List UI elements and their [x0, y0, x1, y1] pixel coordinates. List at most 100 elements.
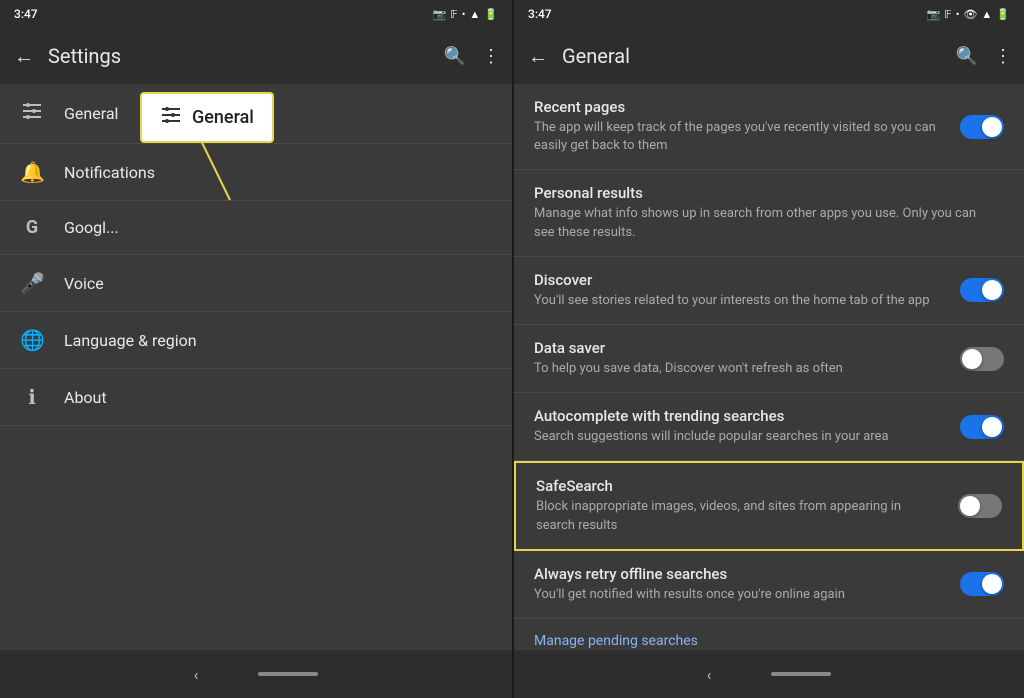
data-saver-toggle[interactable] — [960, 347, 1004, 371]
left-status-time: 3:47 — [14, 7, 38, 21]
general-item-autocomplete[interactable]: Autocomplete with trending searches Sear… — [514, 393, 1024, 461]
notifications-icon: 🔔 — [20, 160, 44, 184]
general-item-personal-results[interactable]: Personal results Manage what info shows … — [514, 170, 1024, 256]
recent-pages-toggle[interactable] — [960, 115, 1004, 139]
recent-pages-toggle-thumb — [982, 117, 1002, 137]
personal-results-desc: Manage what info shows up in search from… — [534, 205, 988, 241]
safesearch-text: SafeSearch Block inappropriate images, v… — [536, 477, 958, 534]
retry-offline-desc: You'll get notified with results once yo… — [534, 586, 944, 604]
settings-item-language[interactable]: 🌐 Language & region — [0, 312, 512, 369]
right-status-bar: 3:47 📷 𝔽 • 👁 ▲ 🔋 — [514, 0, 1024, 28]
autocomplete-toggle[interactable] — [960, 415, 1004, 439]
fb-icon: 𝔽 — [450, 8, 457, 21]
discover-desc: You'll see stories related to your inter… — [534, 292, 944, 310]
personal-results-title: Personal results — [534, 184, 988, 202]
retry-offline-toggle[interactable] — [960, 572, 1004, 596]
left-back-nav[interactable]: ‹ — [194, 665, 199, 684]
photo-icon: 📷 — [433, 8, 447, 21]
retry-offline-toggle-thumb — [982, 574, 1002, 594]
right-home-indicator[interactable] — [771, 672, 831, 676]
annotation-label: General — [192, 107, 254, 128]
right-wifi-icon: ▲ — [981, 8, 992, 21]
settings-item-notifications[interactable]: 🔔 Notifications — [0, 144, 512, 201]
right-battery-icon: 🔋 — [996, 8, 1010, 21]
voice-label: Voice — [64, 274, 104, 293]
safesearch-desc: Block inappropriate images, videos, and … — [536, 498, 942, 534]
data-saver-title: Data saver — [534, 339, 944, 357]
autocomplete-title: Autocomplete with trending searches — [534, 407, 944, 425]
retry-offline-title: Always retry offline searches — [534, 565, 944, 583]
left-home-indicator[interactable] — [258, 672, 318, 676]
google-label: Googl... — [64, 218, 119, 237]
left-more-button[interactable]: ⋮ — [482, 46, 500, 67]
general-settings-list: Recent pages The app will keep track of … — [514, 84, 1024, 650]
general-item-retry-offline[interactable]: Always retry offline searches You'll get… — [514, 551, 1024, 619]
discover-text: Discover You'll see stories related to y… — [534, 271, 960, 310]
right-panel: 3:47 📷 𝔽 • 👁 ▲ 🔋 ← General 🔍 ⋮ Recent pa… — [512, 0, 1024, 698]
right-top-bar-actions: 🔍 ⋮ — [956, 46, 1012, 67]
general-item-discover[interactable]: Discover You'll see stories related to y… — [514, 257, 1024, 325]
retry-offline-text: Always retry offline searches You'll get… — [534, 565, 960, 604]
google-icon: G — [20, 217, 44, 238]
discover-title: Discover — [534, 271, 944, 289]
language-label: Language & region — [64, 331, 197, 350]
general-label: General — [64, 104, 118, 123]
general-item-safesearch[interactable]: SafeSearch Block inappropriate images, v… — [514, 461, 1024, 550]
dot-icon: • — [462, 8, 466, 21]
left-back-button[interactable]: ← — [12, 44, 36, 69]
recent-pages-desc: The app will keep track of the pages you… — [534, 119, 944, 155]
recent-pages-text: Recent pages The app will keep track of … — [534, 98, 960, 155]
right-back-nav[interactable]: ‹ — [707, 665, 712, 684]
voice-icon: 🎤 — [20, 271, 44, 295]
right-dot-icon: • — [956, 8, 960, 21]
settings-item-google[interactable]: G Googl... — [0, 201, 512, 255]
right-top-bar-title: General — [562, 44, 944, 68]
data-saver-toggle-thumb — [962, 349, 982, 369]
left-bottom-nav: ‹ — [0, 650, 512, 698]
left-top-bar: ← Settings 🔍 ⋮ — [0, 28, 512, 84]
left-status-bar: 3:47 📷 𝔽 • ▲ 🔋 — [0, 0, 512, 28]
manage-pending-searches-link[interactable]: Manage pending searches — [514, 619, 1024, 650]
safesearch-toggle[interactable] — [958, 494, 1002, 518]
annotation-box: General — [140, 92, 274, 143]
right-bottom-nav: ‹ — [514, 650, 1024, 698]
safesearch-title: SafeSearch — [536, 477, 942, 495]
left-settings-list: General 🔔 Notifications G Googl... 🎤 Voi… — [0, 84, 512, 650]
wifi-icon: ▲ — [469, 8, 480, 21]
annotation-settings-icon — [160, 104, 182, 131]
about-icon: ℹ — [20, 385, 44, 409]
left-status-icons: 📷 𝔽 • ▲ 🔋 — [433, 8, 498, 21]
autocomplete-text: Autocomplete with trending searches Sear… — [534, 407, 960, 446]
right-photo-icon: 📷 — [927, 8, 941, 21]
language-icon: 🌐 — [20, 328, 44, 352]
autocomplete-toggle-thumb — [982, 417, 1002, 437]
right-eye-icon: 👁 — [963, 8, 977, 21]
data-saver-desc: To help you save data, Discover won't re… — [534, 360, 944, 378]
battery-icon: 🔋 — [484, 8, 498, 21]
discover-toggle-thumb — [982, 280, 1002, 300]
settings-item-voice[interactable]: 🎤 Voice — [0, 255, 512, 312]
general-item-recent-pages[interactable]: Recent pages The app will keep track of … — [514, 84, 1024, 170]
general-item-data-saver[interactable]: Data saver To help you save data, Discov… — [514, 325, 1024, 393]
right-search-button[interactable]: 🔍 — [956, 46, 978, 67]
right-fb-icon: 𝔽 — [944, 8, 951, 21]
right-status-time: 3:47 — [528, 7, 552, 21]
left-top-bar-title: Settings — [48, 44, 432, 68]
recent-pages-title: Recent pages — [534, 98, 944, 116]
autocomplete-desc: Search suggestions will include popular … — [534, 428, 944, 446]
safesearch-toggle-thumb — [960, 496, 980, 516]
left-panel: 3:47 📷 𝔽 • ▲ 🔋 ← Settings 🔍 ⋮ — [0, 0, 512, 698]
left-top-bar-actions: 🔍 ⋮ — [444, 46, 500, 67]
general-settings-icon — [20, 100, 44, 127]
right-top-bar: ← General 🔍 ⋮ — [514, 28, 1024, 84]
right-more-button[interactable]: ⋮ — [994, 46, 1012, 67]
notifications-label: Notifications — [64, 163, 155, 182]
data-saver-text: Data saver To help you save data, Discov… — [534, 339, 960, 378]
discover-toggle[interactable] — [960, 278, 1004, 302]
left-search-button[interactable]: 🔍 — [444, 46, 466, 67]
personal-results-text: Personal results Manage what info shows … — [534, 184, 1004, 241]
right-status-icons: 📷 𝔽 • 👁 ▲ 🔋 — [927, 8, 1010, 21]
settings-item-about[interactable]: ℹ About — [0, 369, 512, 426]
right-back-button[interactable]: ← — [526, 44, 550, 69]
about-label: About — [64, 388, 107, 407]
